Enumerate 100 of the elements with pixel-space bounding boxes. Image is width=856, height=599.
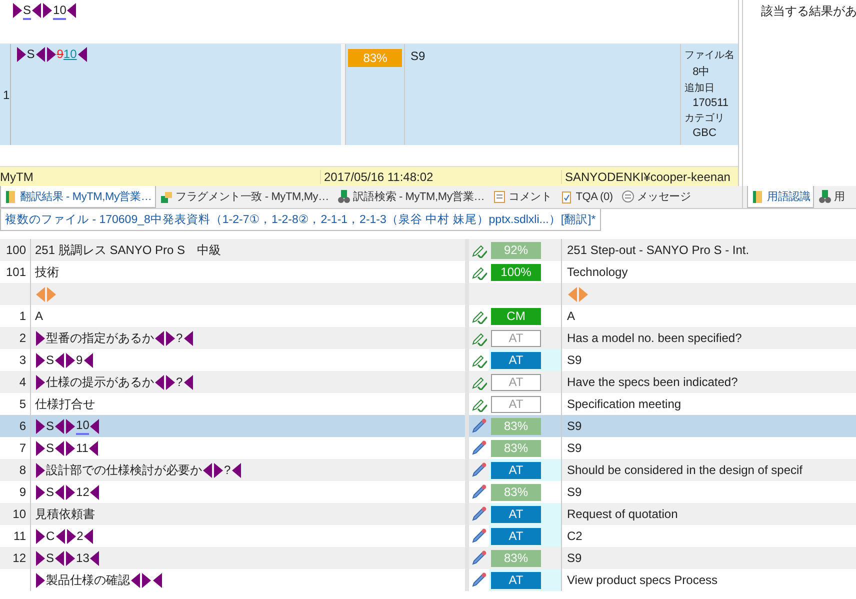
match-status: AT: [491, 506, 541, 522]
tag-start-icon: [66, 484, 76, 500]
segment-number: 100: [6, 243, 26, 257]
tag-end-icon: [56, 528, 65, 544]
segment-text: Have the specs been indicated?: [567, 375, 738, 389]
segment-text: S: [46, 353, 54, 367]
note-icon: [492, 190, 506, 204]
panel-tab[interactable]: 翻訳結果 - MyTM,My営業…: [0, 186, 156, 208]
tag-start-icon: [142, 572, 151, 588]
binoculars-icon: [818, 190, 832, 204]
meta-label: 追加日: [684, 82, 716, 95]
segment-text: 型番の指定があるか: [46, 330, 154, 346]
segment-text: A: [567, 309, 576, 323]
tag-end-icon: [55, 440, 64, 456]
segment-text: C: [46, 529, 55, 543]
result-target-text: S9: [410, 48, 426, 63]
match-status: 83%: [491, 550, 541, 566]
segment-text: S9: [567, 485, 582, 499]
segment-text: Specification meeting: [567, 397, 682, 411]
user-name: SANYODENKI¥cooper-keenan: [561, 170, 738, 184]
segment-text: Request of quotation: [567, 507, 678, 521]
match-status: AT: [491, 330, 541, 346]
tag-end-icon: [55, 352, 64, 368]
segment-text: 251 脱調レス SANYO Pro S 中級: [35, 242, 222, 258]
match-status: 83%: [491, 484, 541, 500]
panel-tab[interactable]: メッセージ: [616, 186, 695, 208]
segment-text: C2: [567, 529, 582, 543]
panel-tab[interactable]: 訳語検索 - MyTM,My営業…: [332, 186, 489, 208]
tag-end-icon: [131, 572, 140, 588]
meta-label: カテゴリ: [684, 112, 726, 125]
tag-end-icon: [184, 330, 193, 346]
tm-name: MyTM: [0, 170, 34, 184]
tag-end-icon: [89, 440, 98, 456]
clipboard-icon: [560, 190, 573, 204]
segment-text: 見積依頼書: [35, 506, 95, 522]
panel-tab[interactable]: TQA (0): [556, 186, 617, 208]
tag-start-icon: [36, 374, 45, 390]
segment-number: 10: [12, 507, 26, 521]
segment-text: A: [35, 309, 44, 323]
tag-start-icon: [66, 418, 76, 434]
segment-number: 9: [19, 485, 26, 499]
meta-value: 8中: [692, 64, 711, 79]
tag-end-icon: [67, 3, 76, 18]
panel-tab[interactable]: 用語認識: [747, 186, 814, 208]
panel-tab[interactable]: フラグメント一致 - MyTM,My…: [156, 186, 333, 208]
tag-start-icon: [66, 352, 76, 368]
panel-tab[interactable]: 用: [814, 186, 850, 208]
match-status: CM: [491, 308, 541, 324]
tag-end-icon: [203, 462, 212, 478]
match-status: AT: [491, 462, 541, 478]
match-percentage: 83%: [348, 48, 402, 67]
tag-start-icon: [36, 352, 45, 368]
tag-end-icon: [155, 374, 164, 390]
segment-text: 12: [76, 485, 90, 499]
segment-text: 製品仕様の確認: [46, 572, 130, 588]
segment-text: 10: [53, 3, 66, 20]
tag-end-icon: [90, 418, 100, 434]
tag-start-icon: [214, 462, 223, 478]
tag-start-icon: [36, 484, 45, 500]
segment-text: View product specs Process: [567, 573, 718, 587]
meta-value: 170511: [692, 96, 730, 109]
tag-end-icon: [184, 374, 193, 390]
segment-text: S: [23, 3, 32, 20]
segment-text: S9: [567, 551, 582, 565]
tag-end-icon: [90, 550, 100, 566]
segment-number: 4: [19, 375, 26, 389]
tag-start-icon: [36, 330, 45, 346]
tag-start-icon: [66, 440, 76, 456]
segment-text: 技術: [35, 264, 59, 280]
segment-text: S: [46, 551, 54, 565]
segment-text: 仕様打合せ: [35, 396, 95, 412]
segment-text: S9: [567, 419, 582, 433]
segment-number: 8: [19, 463, 26, 477]
match-status: AT: [491, 352, 541, 368]
tag-start-icon: [36, 418, 45, 434]
meta-value: GBC: [692, 126, 718, 139]
tag-start-icon: [46, 46, 56, 62]
tag-end-icon: [55, 484, 64, 500]
segment-text: 251 Step-out - SANYO Pro S - Int.: [567, 243, 750, 257]
segment-text: ?: [176, 375, 183, 389]
inserted-text: 10: [63, 46, 77, 61]
segment-text: Technology: [567, 265, 628, 279]
match-status: 92%: [491, 242, 541, 258]
segment-text: ?: [176, 331, 183, 345]
panel-tab[interactable]: コメント: [488, 186, 556, 208]
tag-end-icon: [84, 352, 93, 368]
tag-end-icon: [36, 46, 45, 62]
tag-end-icon: [90, 484, 100, 500]
document-tab[interactable]: 複数のファイル - 170609_8中発表資料（1-2-7①，1-2-8②，2-1-1，2-1-3（泉谷 中村 妹尾）pptx.sdlxli...）[翻訳]*: [0, 209, 601, 231]
deleted-text: 9: [56, 46, 64, 61]
tag-end-icon: [32, 3, 42, 18]
tag-start-icon: [16, 46, 26, 62]
segment-text: S: [46, 419, 54, 433]
segment-text: S9: [567, 353, 582, 367]
date-time: 2017/05/16 11:48:02: [320, 170, 561, 184]
segment-text: S: [26, 46, 35, 61]
tag-start-icon: [166, 374, 175, 390]
tag-start-icon: [36, 528, 45, 544]
segment-text: ?: [224, 463, 231, 477]
tag-end-icon: [153, 572, 162, 588]
